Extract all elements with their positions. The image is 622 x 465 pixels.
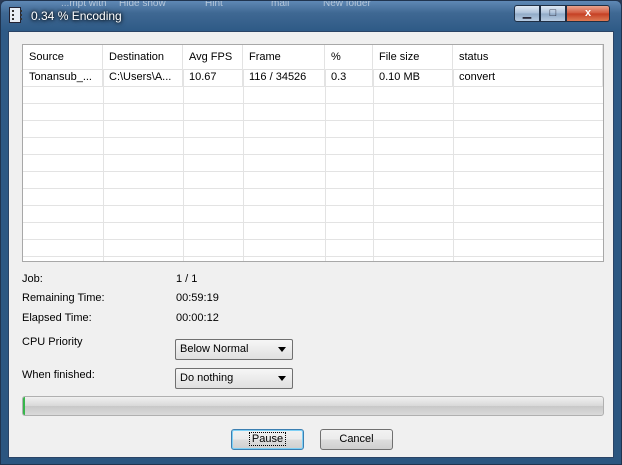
when-finished-select[interactable]: Do nothing: [175, 368, 293, 389]
table-header: Source Destination Avg FPS Frame % File …: [23, 45, 603, 70]
film-icon: [9, 7, 22, 23]
elapsed-time-label: Elapsed Time:: [22, 312, 92, 324]
chevron-down-icon: [278, 376, 286, 381]
dialog-body: Source Destination Avg FPS Frame % File …: [8, 31, 614, 458]
column-header-percent[interactable]: %: [325, 45, 373, 69]
table-row[interactable]: Tonansub_... C:\Users\A... 10.67 116 / 3…: [23, 69, 603, 86]
cell-frame: 116 / 34526: [243, 69, 325, 86]
cpu-priority-select[interactable]: Below Normal: [175, 339, 293, 360]
column-header-destination[interactable]: Destination: [103, 45, 183, 69]
jobs-table[interactable]: Source Destination Avg FPS Frame % File …: [22, 44, 604, 262]
background-text: Hide show: [119, 0, 166, 9]
background-text: New folder: [323, 0, 371, 9]
close-button[interactable]: x: [566, 5, 610, 22]
column-header-frame[interactable]: Frame: [243, 45, 325, 69]
background-text: Hint: [205, 0, 223, 9]
chevron-down-icon: [278, 347, 286, 352]
cell-file-size: 0.10 MB: [373, 69, 453, 86]
encoding-progress-bar: [22, 396, 604, 416]
progress-fill: [23, 397, 25, 415]
encoding-window: ...mpt with Hide show Hint mail New fold…: [0, 0, 622, 465]
job-label: Job:: [22, 273, 43, 285]
cell-destination: C:\Users\A...: [103, 69, 183, 86]
cpu-priority-label: CPU Priority: [22, 336, 83, 348]
when-finished-label: When finished:: [22, 369, 95, 381]
background-text: mail: [271, 0, 290, 9]
cpu-priority-selected: Below Normal: [180, 343, 249, 355]
cell-status: convert: [453, 69, 603, 86]
remaining-time-label: Remaining Time:: [22, 292, 105, 304]
window-title: 0.34 % Encoding: [31, 9, 122, 23]
title-bar[interactable]: ...mpt with Hide show Hint mail New fold…: [1, 1, 621, 31]
column-header-avg-fps[interactable]: Avg FPS: [183, 45, 243, 69]
background-text: ...mpt with: [61, 0, 107, 9]
cell-percent: 0.3: [325, 69, 373, 86]
when-finished-selected: Do nothing: [180, 372, 234, 384]
cell-avg-fps: 10.67: [183, 69, 243, 86]
pause-button-label: Pause: [248, 432, 287, 446]
job-value: 1 / 1: [176, 273, 198, 285]
elapsed-time-value: 00:00:12: [176, 312, 219, 324]
column-header-file-size[interactable]: File size: [373, 45, 453, 69]
column-header-source[interactable]: Source: [23, 45, 103, 69]
remaining-time-value: 00:59:19: [176, 292, 219, 304]
minimize-button[interactable]: ▁: [514, 5, 540, 22]
cancel-button[interactable]: Cancel: [320, 429, 393, 450]
maximize-button[interactable]: □: [540, 5, 566, 22]
pause-button[interactable]: Pause: [231, 429, 304, 450]
cell-source: Tonansub_...: [23, 69, 103, 86]
column-header-status[interactable]: status: [453, 45, 603, 69]
